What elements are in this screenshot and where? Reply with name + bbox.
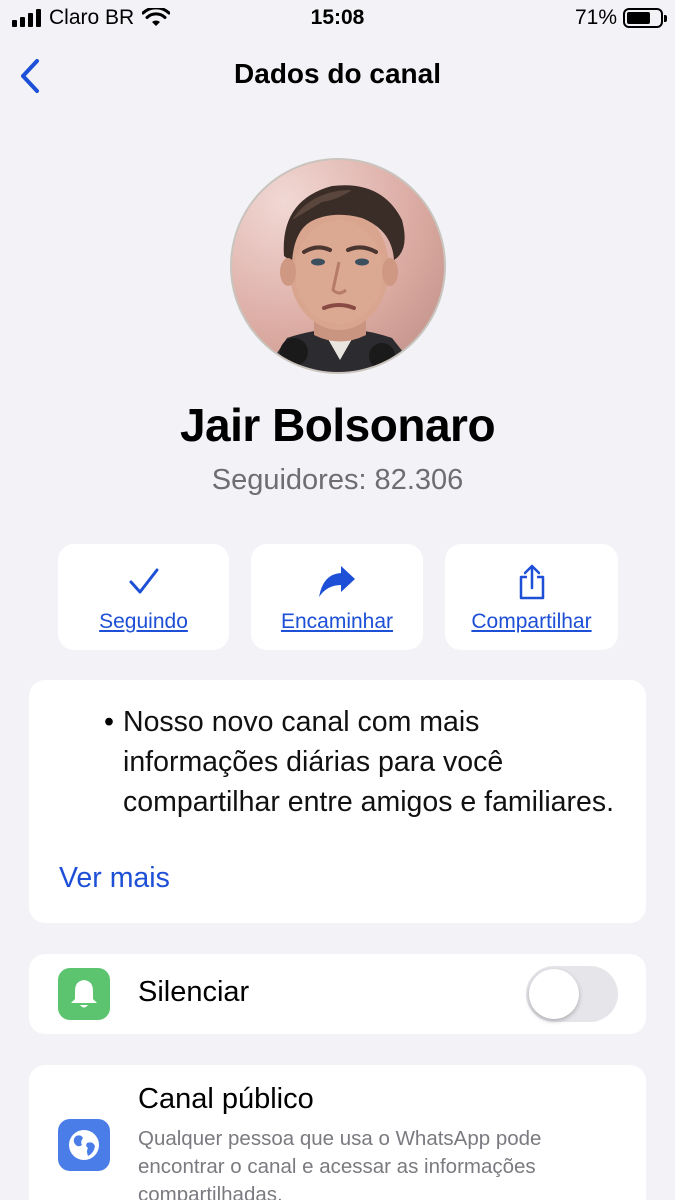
channel-description-card: • Nosso novo canal com mais informações … [29,680,646,923]
forward-button[interactable]: Encaminhar [251,544,423,650]
bullet-marker: • [104,706,114,738]
battery-icon [623,8,667,28]
toggle-knob [529,969,579,1019]
public-channel-description: Qualquer pessoa que usa o WhatsApp pode … [138,1127,542,1200]
channel-info-screen: Claro BR 15:08 71% Dados do canal Jair B… [0,0,675,1200]
navigation-bar: Dados do canal [0,44,675,106]
status-right: 71% [574,6,667,30]
avatar-photo [264,185,419,372]
public-channel-title: Canal público [138,1083,314,1115]
mute-row[interactable]: Silenciar [29,954,646,1034]
public-channel-card: Canal público Qualquer pessoa que usa o … [29,1065,646,1200]
channel-avatar[interactable] [230,158,446,374]
channel-description: Nosso novo canal com mais informações di… [123,706,615,818]
following-button[interactable]: Seguindo [58,544,229,650]
status-bar: Claro BR 15:08 71% [0,0,675,38]
share-button[interactable]: Compartilhar [445,544,618,650]
battery-percent: 71% [574,6,617,29]
status-time: 15:08 [310,6,365,29]
forward-label: Encaminhar [280,610,394,633]
channel-name: Jair Bolsonaro [179,399,496,451]
globe-icon [58,1119,110,1171]
page-title: Dados do canal [234,58,441,89]
checkmark-icon [129,568,158,594]
see-more-link[interactable]: Ver mais [59,862,170,895]
followers-count: Seguidores: 82.306 [211,464,464,496]
share-icon [519,564,544,600]
forward-arrow-icon [319,566,355,597]
action-buttons: Seguindo Encaminhar Compartilhar [58,544,618,650]
share-label: Compartilhar [471,610,592,633]
mute-label: Silenciar [138,976,250,1008]
mute-toggle[interactable] [526,966,618,1022]
following-label: Seguindo [99,610,188,633]
bell-icon [58,968,110,1020]
